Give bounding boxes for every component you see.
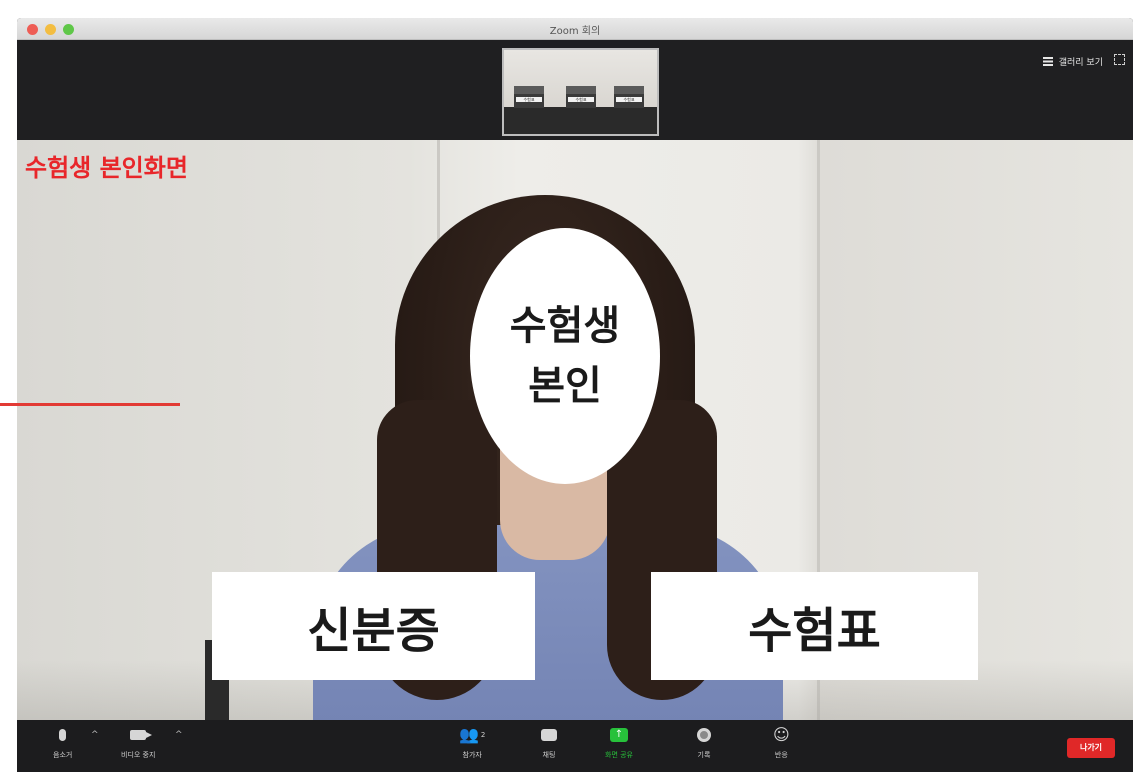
record-icon [697,728,711,742]
gallery-view-label: 갤러리 보기 [1058,58,1103,68]
participants-button[interactable]: 👥 2 참가자 [459,726,485,760]
participant-thumbnail[interactable]: 수험표 수험표 수험표 [502,48,659,136]
video-camera-icon [130,730,153,740]
reactions-button[interactable]: ☺ 반응 [773,726,790,760]
chat-button[interactable]: 채팅 [541,726,557,760]
meeting-toolbar: 음소거 ^ 비디오 중지 ^ 👥 2 참가자 채팅 ↑ 화면 공유 기록 ☺ 반응 [17,720,1133,772]
thumbnail-desk-label: 수험표 [516,97,542,102]
share-screen-label: 화면 공유 [605,751,633,759]
thumbnail-desk: 수험표 [514,86,544,108]
record-label: 기록 [697,751,711,759]
mute-label: 음소거 [53,751,73,759]
chat-icon [541,729,557,741]
stop-video-label: 비디오 중지 [121,751,156,759]
main-video: 수험생 본인 신분증 수험표 수험생 본인화면 [17,140,1133,720]
thumbnail-desk-label: 수험표 [616,97,642,102]
id-card-label: 신분증 [212,572,535,680]
thumbnail-desk: 수험표 [614,86,644,108]
audio-options-caret[interactable]: ^ [91,730,99,740]
share-screen-icon: ↑ [610,728,628,742]
zoom-window: Zoom 회의 수험표 수험표 수험표 갤러리 보기 수험생 본인 신분증 수험… [17,18,1133,772]
grid-icon [1042,57,1053,66]
leave-button[interactable]: 나가기 [1067,738,1115,758]
thumbnail-desk-label: 수험표 [568,97,594,102]
participants-count: 2 [480,731,486,739]
chat-label: 채팅 [542,751,556,759]
exam-ticket-label: 수험표 [651,572,978,680]
face-mask-line2: 본인 [528,363,602,409]
share-screen-button[interactable]: ↑ 화면 공유 [605,726,633,760]
thumbnail-strip: 수험표 수험표 수험표 갤러리 보기 [17,40,1133,140]
face-mask: 수험생 본인 [470,228,660,484]
face-mask-line1: 수험생 [509,303,621,349]
fullscreen-icon[interactable] [1114,54,1125,65]
title-bar: Zoom 회의 [17,18,1133,40]
mute-button[interactable]: 음소거 [53,726,72,760]
participants-label: 참가자 [462,751,482,759]
self-view-label: 수험생 본인화면 [25,154,188,182]
thumbnail-desk: 수험표 [566,86,596,108]
reactions-icon: ☺ [773,725,790,744]
stop-video-button[interactable]: 비디오 중지 [121,726,155,760]
video-options-caret[interactable]: ^ [175,730,183,740]
reactions-label: 반응 [774,751,788,759]
mic-icon [59,729,67,741]
participants-icon: 👥 [459,725,479,744]
record-button[interactable]: 기록 [697,726,711,760]
gallery-view-button[interactable]: 갤러리 보기 [1042,55,1103,68]
pointer-line [0,403,180,406]
window-title: Zoom 회의 [549,26,601,37]
